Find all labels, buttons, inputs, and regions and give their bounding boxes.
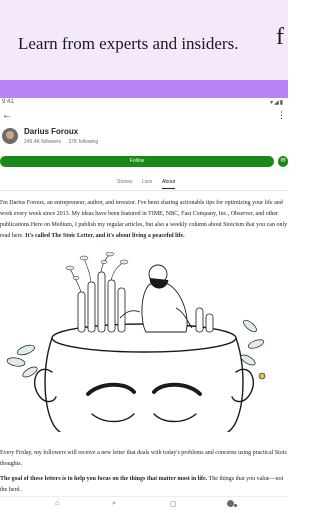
banner-scribble: f [276, 24, 284, 50]
banner-bottom-bar [0, 80, 288, 98]
write-icon[interactable]: ▢ [170, 500, 177, 508]
about-paragraph-3: The goal of these letters is to help you… [0, 474, 290, 496]
search-icon[interactable]: ⌕ [112, 500, 116, 508]
author-stats: 249.4K followers 37K following [24, 139, 104, 145]
home-icon[interactable]: ⌂ [55, 500, 59, 507]
following-count[interactable]: 37K following [68, 139, 98, 145]
notification-dot [234, 504, 237, 507]
status-icons: ▾◢▮ [270, 100, 284, 106]
banner-text: Learn from experts and insiders. [18, 34, 239, 53]
about-paragraph-3-bold: The goal of these letters is to help you… [0, 476, 208, 482]
status-bar: 9:41 ▾◢▮ [0, 98, 288, 108]
avatar[interactable] [2, 128, 18, 144]
back-arrow-icon[interactable]: ← [2, 110, 12, 121]
about-intro: I'm Darius Foroux, an entrepreneur, auth… [0, 198, 290, 242]
tab-about[interactable]: About [162, 179, 176, 189]
author-name: Darius Foroux [24, 127, 79, 136]
stoic-head-illustration [6, 252, 266, 432]
about-intro-bold: It's called The Stoic Letter, and it's a… [25, 233, 185, 239]
bottom-navigation: ⌂ ⌕ ▢ [0, 496, 288, 513]
about-paragraph-2: Every Friday, my followers will receive … [0, 450, 288, 467]
tab-stories[interactable]: Stories [117, 179, 133, 185]
tab-lists[interactable]: Lists [142, 179, 152, 185]
status-time: 9:41 [2, 99, 14, 105]
subscribe-mail-icon[interactable]: ✉ [278, 156, 288, 167]
followers-count[interactable]: 249.4K followers [24, 139, 61, 145]
follow-button[interactable]: Follow [0, 156, 274, 167]
profile-tabs: Stories Lists About [0, 176, 288, 191]
promo-banner[interactable]: Learn from experts and insiders. f [0, 0, 288, 80]
more-options-icon[interactable]: ⋮ [277, 110, 286, 121]
profile-avatar-icon[interactable] [227, 500, 234, 507]
